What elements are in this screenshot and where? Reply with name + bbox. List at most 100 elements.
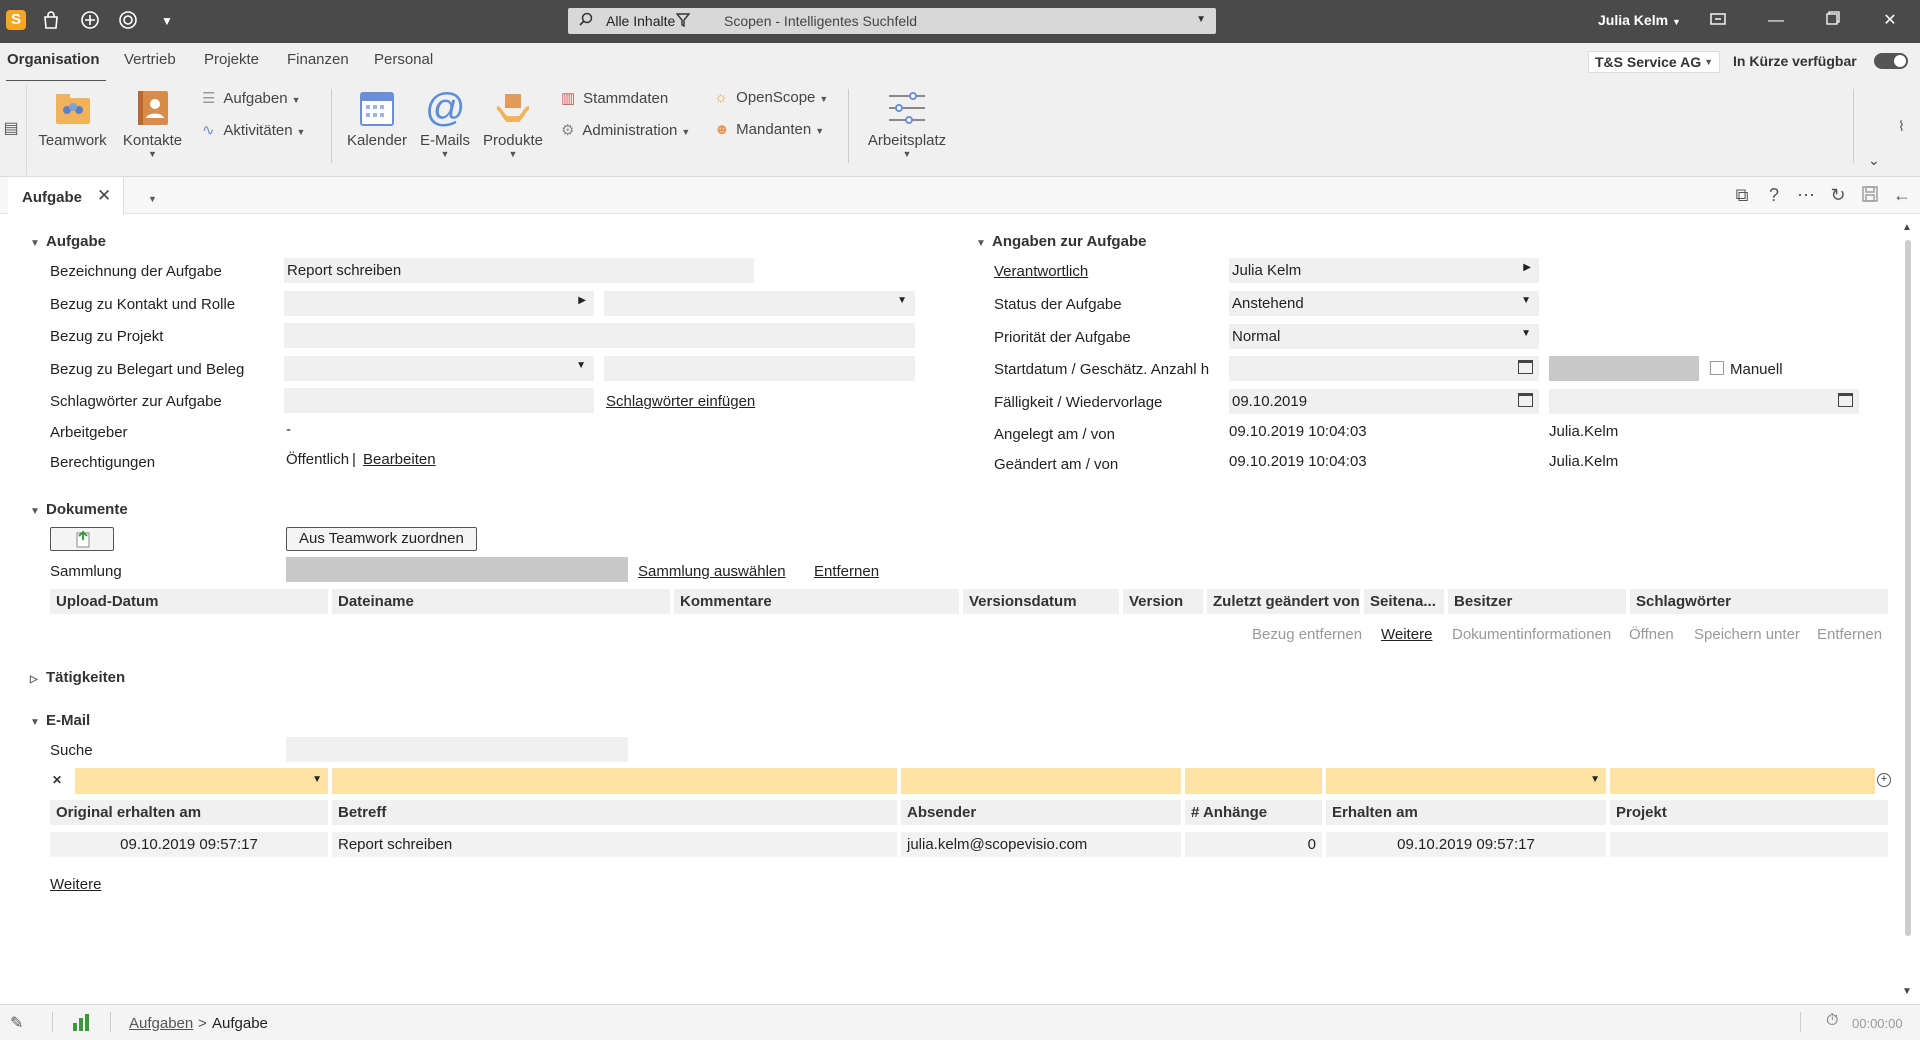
speichern-unter-action[interactable]: Speichern unter: [1694, 626, 1800, 643]
email-cell-erhalten[interactable]: 09.10.2019 09:57:17: [1326, 832, 1606, 857]
filter-betreff[interactable]: [332, 768, 897, 794]
mandanten-menu[interactable]: ☻ Mandanten ▼: [714, 121, 824, 138]
sammlung-entfernen-link[interactable]: Entfernen: [814, 563, 879, 580]
sammlung-input[interactable]: [286, 557, 628, 582]
help-ring-icon[interactable]: [117, 10, 139, 32]
section-email[interactable]: ▼ E-Mail: [30, 712, 90, 729]
entfernen-action[interactable]: Entfernen: [1817, 626, 1882, 643]
filter-absender[interactable]: [901, 768, 1181, 794]
email-cell-absender[interactable]: julia.kelm@scopevisio.com: [901, 832, 1181, 857]
save-icon[interactable]: [1859, 185, 1881, 208]
kontakt-picker[interactable]: ▶: [284, 291, 594, 316]
kalender-button[interactable]: Kalender: [346, 88, 408, 149]
verantwortlich-link[interactable]: Verantwortlich: [994, 263, 1088, 280]
tab-personal[interactable]: Personal: [374, 51, 433, 68]
schlagwoerter-einfuegen-link[interactable]: Schlagwörter einfügen: [606, 393, 755, 410]
filter-original-erhalten[interactable]: ▼: [75, 768, 328, 794]
arbeitsplatz-button[interactable]: Arbeitsplatz ▼: [866, 88, 948, 159]
scroll-up-icon[interactable]: ▲: [1902, 222, 1912, 233]
filter-erhalten[interactable]: ▼: [1326, 768, 1606, 794]
tab-finanzen[interactable]: Finanzen: [287, 51, 349, 68]
teamwork-button[interactable]: Teamwork: [35, 88, 110, 149]
user-menu[interactable]: Julia Kelm ▼: [1598, 12, 1681, 28]
email-suche-input[interactable]: [286, 737, 628, 762]
bezug-entfernen-action[interactable]: Bezug entfernen: [1252, 626, 1362, 643]
minimize-icon[interactable]: —: [1761, 8, 1791, 34]
aktivitaeten-menu[interactable]: ∿ Aktivitäten ▼: [202, 121, 305, 139]
status-select[interactable]: Anstehend ▼: [1229, 291, 1539, 316]
calendar-icon[interactable]: [1518, 393, 1533, 407]
search-field[interactable]: Alle Inhalte Scopen - Intelligentes Such…: [568, 8, 1216, 34]
kontakte-button[interactable]: Kontakte ▼: [120, 88, 185, 159]
aus-teamwork-zuordnen-button[interactable]: Aus Teamwork zuordnen: [286, 527, 477, 551]
copy-icon[interactable]: ⧉: [1731, 185, 1753, 206]
email-col-projekt[interactable]: Projekt: [1610, 800, 1888, 825]
clear-filter-icon[interactable]: ✕: [52, 773, 62, 787]
wiedervorlage-input[interactable]: [1549, 389, 1859, 414]
restore-icon[interactable]: [1818, 8, 1848, 34]
email-weitere-link[interactable]: Weitere: [50, 876, 101, 893]
email-cell-projekt[interactable]: [1610, 832, 1888, 857]
weitere-action[interactable]: Weitere: [1381, 626, 1432, 643]
dokumentinformationen-action[interactable]: Dokumentinformationen: [1452, 626, 1611, 643]
filter-icon[interactable]: [675, 12, 691, 31]
scroll-down-icon[interactable]: ▼: [1902, 986, 1912, 997]
email-col-absender[interactable]: Absender: [901, 800, 1181, 825]
sidebar-toggle-icon[interactable]: ▤: [0, 118, 22, 146]
layout-icon[interactable]: [1703, 8, 1733, 34]
close-window-icon[interactable]: ✕: [1875, 8, 1905, 34]
emails-button[interactable]: @ E-Mails ▼: [418, 88, 472, 159]
doc-col-kommentare[interactable]: Kommentare: [674, 589, 959, 614]
doc-col-besitzer[interactable]: Besitzer: [1448, 589, 1626, 614]
add-circle-icon[interactable]: [79, 10, 101, 32]
produkte-button[interactable]: Produkte ▼: [480, 88, 546, 159]
prioritaet-select[interactable]: Normal ▼: [1229, 324, 1539, 349]
doc-col-dateiname[interactable]: Dateiname: [332, 589, 670, 614]
berechtigungen-bearbeiten-link[interactable]: Bearbeiten: [363, 451, 436, 468]
section-aufgabe[interactable]: ▼ Aufgabe: [30, 233, 106, 250]
doc-col-versionsdatum[interactable]: Versionsdatum: [963, 589, 1119, 614]
email-col-anhaenge[interactable]: # Anhänge: [1185, 800, 1322, 825]
section-taetigkeiten[interactable]: ▷ Tätigkeiten: [30, 669, 125, 686]
pulse-icon[interactable]: ⌇: [1898, 118, 1905, 135]
filter-projekt[interactable]: [1610, 768, 1875, 794]
doc-col-upload-datum[interactable]: Upload-Datum: [50, 589, 328, 614]
doc-col-version[interactable]: Version: [1123, 589, 1203, 614]
administration-menu[interactable]: ⚙ Administration ▼: [561, 121, 690, 139]
add-filter-icon[interactable]: +: [1877, 773, 1891, 787]
projekt-input[interactable]: [284, 323, 915, 348]
search-scope[interactable]: Alle Inhalte: [606, 13, 675, 29]
calendar-icon[interactable]: [1518, 360, 1533, 374]
email-cell-original[interactable]: 09.10.2019 09:57:17: [50, 832, 328, 857]
rolle-select[interactable]: ▼: [604, 291, 915, 316]
shopping-bag-icon[interactable]: [40, 10, 62, 32]
refresh-icon[interactable]: ↻: [1827, 185, 1849, 206]
company-selector[interactable]: T&S Service AG ▼: [1588, 51, 1720, 73]
section-dokumente[interactable]: ▼ Dokumente: [30, 501, 128, 518]
vertical-scrollbar-thumb[interactable]: [1905, 240, 1911, 936]
doc-col-zuletzt-geaendert[interactable]: Zuletzt geändert von: [1207, 589, 1360, 614]
verantwortlich-picker[interactable]: Julia Kelm ▶: [1229, 258, 1539, 283]
belegart-select[interactable]: ▼: [284, 356, 594, 381]
search-dropdown-icon[interactable]: ▼: [1196, 14, 1206, 25]
more-icon[interactable]: ⋯: [1795, 185, 1817, 206]
email-cell-anhaenge[interactable]: 0: [1185, 832, 1322, 857]
manuell-checkbox[interactable]: [1710, 361, 1724, 375]
back-arrow-icon[interactable]: ←: [1891, 185, 1913, 206]
doc-col-schlagwoerter[interactable]: Schlagwörter: [1630, 589, 1888, 614]
stopwatch-icon[interactable]: ⏱: [1826, 1012, 1838, 1030]
coming-soon-toggle[interactable]: [1874, 53, 1908, 69]
section-angaben[interactable]: ▼ Angaben zur Aufgabe: [976, 233, 1146, 250]
upload-button[interactable]: [50, 527, 114, 551]
doc-col-seitenanzahl[interactable]: Seitena...: [1364, 589, 1444, 614]
schlagwoerter-input[interactable]: [284, 388, 594, 413]
sammlung-auswaehlen-link[interactable]: Sammlung auswählen: [638, 563, 786, 580]
faelligkeit-input[interactable]: 09.10.2019: [1229, 389, 1539, 414]
close-tab-icon[interactable]: ✕: [97, 186, 111, 206]
stats-icon[interactable]: [72, 1013, 90, 1034]
email-cell-betreff[interactable]: Report schreiben: [332, 832, 897, 857]
tab-projekte[interactable]: Projekte: [204, 51, 259, 68]
notes-icon[interactable]: ✎: [10, 1013, 23, 1033]
help-icon[interactable]: ?: [1763, 185, 1785, 206]
bezeichnung-input[interactable]: Report schreiben: [284, 258, 754, 283]
